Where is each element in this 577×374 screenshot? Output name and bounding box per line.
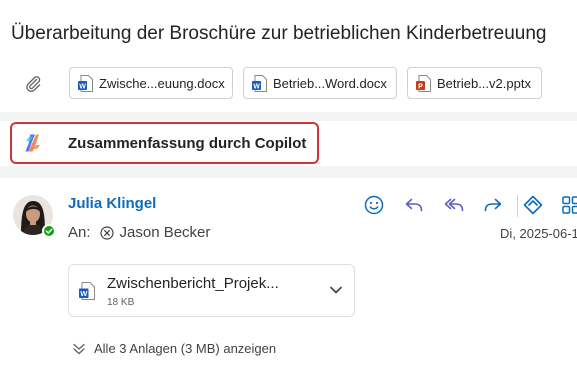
attachment-file-size: 18 KB: [107, 297, 135, 308]
svg-text:W: W: [79, 83, 86, 90]
double-chevron-down-icon: [73, 343, 85, 354]
message-subject: Überarbeitung der Broschüre zur betriebl…: [11, 23, 547, 44]
word-file-icon: W: [78, 74, 93, 92]
attachment-chip[interactable]: P Betrieb...v2.pptx: [407, 67, 542, 99]
attachment-card[interactable]: W Zwischenbericht_Projek... 18 KB: [68, 264, 355, 317]
toolbar-divider: [517, 195, 518, 217]
reply-all-icon[interactable]: [442, 193, 466, 217]
attachment-chip[interactable]: W Betrieb...Word.docx: [243, 67, 397, 99]
attachment-name: Zwische...euung.docx: [99, 75, 225, 91]
chevron-down-icon[interactable]: [329, 285, 343, 295]
forward-icon[interactable]: [481, 193, 505, 217]
message-header: Überarbeitung der Broschüre zur betriebl…: [0, 0, 577, 112]
reply-icon[interactable]: [402, 193, 426, 217]
recipient-name[interactable]: Jason Becker: [120, 224, 211, 241]
emoji-icon[interactable]: [362, 193, 386, 217]
copilot-summary-label: Zusammenfassung durch Copilot: [68, 134, 307, 152]
word-file-icon: W: [79, 282, 95, 300]
loop-component-icon[interactable]: [521, 193, 545, 217]
show-all-label: Alle 3 Anlagen (3 MB) anzeigen: [94, 341, 277, 356]
remove-circle-icon: [99, 225, 114, 240]
reading-pane: Julia Klingel An: Jason Becker Di, 2025-…: [0, 178, 577, 374]
sender-name[interactable]: Julia Klingel: [68, 195, 156, 212]
show-all-attachments-link[interactable]: Alle 3 Anlagen (3 MB) anzeigen: [72, 341, 276, 356]
attachment-chip[interactable]: W Zwische...euung.docx: [69, 67, 233, 99]
attachment-name: Betrieb...v2.pptx: [437, 75, 531, 91]
to-label: An:: [68, 224, 91, 241]
svg-text:W: W: [80, 289, 88, 298]
attachment-file-name: Zwischenbericht_Projek...: [107, 275, 279, 292]
paperclip-icon: [26, 76, 41, 92]
copilot-summary-bar: Zusammenfassung durch Copilot: [0, 121, 577, 166]
svg-text:P: P: [418, 83, 423, 90]
copilot-summary-button[interactable]: Zusammenfassung durch Copilot: [10, 122, 319, 164]
apps-icon[interactable]: [559, 193, 577, 217]
word-file-icon: W: [252, 74, 267, 92]
svg-text:W: W: [253, 83, 260, 90]
recipient-line: An: Jason Becker: [68, 224, 210, 241]
message-date: Di, 2025-06-1: [500, 226, 577, 241]
attachment-bar: W Zwische...euung.docx W Betrieb...Word.…: [0, 67, 577, 99]
powerpoint-file-icon: P: [416, 74, 431, 92]
presence-available-icon: [42, 224, 56, 238]
copilot-icon: [25, 134, 40, 152]
attachment-name: Betrieb...Word.docx: [273, 75, 387, 91]
